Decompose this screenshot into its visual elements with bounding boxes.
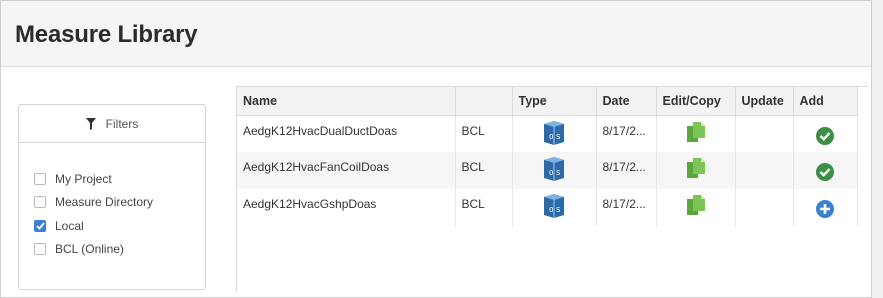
filter-local[interactable]: Local <box>34 214 205 238</box>
copy-icon[interactable] <box>685 193 707 217</box>
filter-label: BCL (Online) <box>55 242 124 257</box>
checkbox-bcl-online[interactable] <box>34 243 46 256</box>
filter-my-project[interactable]: My Project <box>34 167 205 191</box>
filters-header[interactable]: Filters <box>19 105 205 143</box>
type-cell: 0 S <box>512 115 597 152</box>
svg-text:0: 0 <box>549 169 553 177</box>
checkbox-measure-directory[interactable] <box>34 196 46 209</box>
svg-text:S: S <box>556 133 561 141</box>
col-header-add[interactable]: Add <box>793 87 858 116</box>
update-cell <box>735 152 794 189</box>
plus-icon[interactable] <box>815 199 835 219</box>
filter-list: My Project Measure Directory Local BCL (… <box>19 143 205 261</box>
col-header-source[interactable] <box>455 87 513 116</box>
checkbox-my-project[interactable] <box>34 172 46 185</box>
update-cell <box>735 115 794 152</box>
measure-name: AedgK12HvacFanCoilDoas <box>237 152 456 189</box>
measures-table-container: Name Type Date Edit/Copy Update Add Aedg… <box>236 86 868 292</box>
measure-name: AedgK12HvacDualDuctDoas <box>237 115 456 152</box>
edit-copy-cell <box>656 189 736 226</box>
checkbox-local[interactable] <box>34 219 46 232</box>
col-header-name[interactable]: Name <box>237 87 456 116</box>
svg-text:0: 0 <box>549 133 553 141</box>
openstudio-icon: 0 S <box>544 157 564 181</box>
checkmark-icon <box>35 222 45 230</box>
svg-text:0: 0 <box>549 206 553 214</box>
measure-source: BCL <box>455 152 513 189</box>
update-cell <box>735 189 794 226</box>
measure-source: BCL <box>455 115 513 152</box>
edit-copy-cell <box>656 115 736 152</box>
copy-icon[interactable] <box>685 120 707 144</box>
openstudio-icon: 0 S <box>544 120 564 145</box>
measures-table: Name Type Date Edit/Copy Update Add Aedg… <box>237 87 858 226</box>
header-bar: Measure Library <box>1 1 871 67</box>
measure-date: 8/17/2... <box>596 115 657 152</box>
table-row[interactable]: AedgK12HvacDualDuctDoas BCL 0 S 8/17/2..… <box>237 115 858 152</box>
table-header-row: Name Type Date Edit/Copy Update Add <box>237 87 858 116</box>
edit-copy-cell <box>656 152 736 189</box>
filters-panel: Filters My Project Measure Directory Loc… <box>18 104 206 290</box>
filter-bcl-online[interactable]: BCL (Online) <box>34 238 205 262</box>
page-title: Measure Library <box>15 21 198 48</box>
measure-name: AedgK12HvacGshpDoas <box>237 189 456 226</box>
col-header-type[interactable]: Type <box>512 87 597 116</box>
col-header-edit-copy[interactable]: Edit/Copy <box>656 87 736 116</box>
filter-label: Measure Directory <box>55 195 154 210</box>
copy-icon[interactable] <box>685 156 707 180</box>
type-cell: 0 S <box>512 152 597 189</box>
measure-date: 8/17/2... <box>596 152 657 189</box>
add-cell <box>793 115 858 152</box>
funnel-icon <box>85 117 96 130</box>
filter-measure-directory[interactable]: Measure Directory <box>34 191 205 215</box>
filter-label: My Project <box>55 171 112 186</box>
col-header-update[interactable]: Update <box>735 87 794 116</box>
add-cell <box>793 152 858 189</box>
measure-source: BCL <box>455 189 513 226</box>
openstudio-icon: 0 S <box>544 194 564 218</box>
table-row[interactable]: AedgK12HvacGshpDoas BCL 0 S 8/17/2... <box>237 189 858 226</box>
col-header-date[interactable]: Date <box>596 87 657 116</box>
checkmark-icon[interactable] <box>815 126 835 146</box>
filter-label: Local <box>55 218 84 233</box>
measure-date: 8/17/2... <box>596 189 657 226</box>
table-row[interactable]: AedgK12HvacFanCoilDoas BCL 0 S 8/17/2... <box>237 152 858 189</box>
scrollbar-edge <box>871 0 883 298</box>
type-cell: 0 S <box>512 189 597 226</box>
svg-text:S: S <box>556 206 561 214</box>
svg-text:S: S <box>556 169 561 177</box>
checkmark-icon[interactable] <box>815 162 835 182</box>
add-cell <box>793 189 858 226</box>
filters-title: Filters <box>105 116 139 131</box>
